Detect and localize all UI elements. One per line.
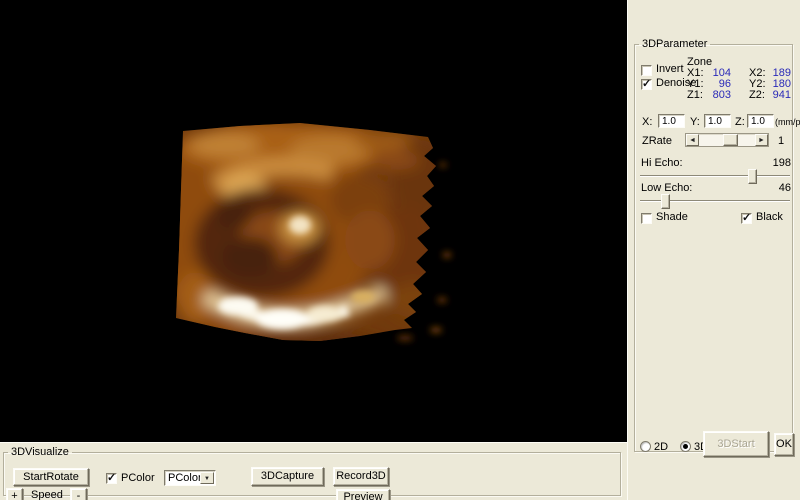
ultrasound-volume-render	[0, 0, 627, 442]
black-label: Black	[756, 211, 783, 223]
zrate-label: ZRate	[642, 135, 672, 147]
denoise-checkbox[interactable]	[641, 79, 652, 90]
visualize-panel: 3DVisualize StartRotate + Speed - PColor…	[0, 442, 627, 500]
group-title-3dparameter: 3DParameter	[639, 38, 710, 50]
pcolor-label: PColor	[121, 472, 155, 484]
dropdown-arrow-icon[interactable]: ▼	[200, 472, 214, 484]
3d-viewport[interactable]	[0, 0, 627, 442]
3dparameter-group: 3DParameter Invert Denoise Zone X1: 104 …	[634, 38, 793, 452]
invert-label: Invert	[656, 63, 684, 75]
pcolor-dropdown-value: PColor	[168, 472, 202, 484]
hi-echo-label: Hi Echo:	[641, 157, 683, 169]
invert-checkbox[interactable]	[641, 65, 652, 76]
speed-label: Speed	[31, 489, 63, 500]
speed-plus-button[interactable]: +	[6, 488, 23, 500]
3dvisualize-group: 3DVisualize StartRotate + Speed - PColor…	[3, 446, 621, 496]
mode-2d-label: 2D	[654, 441, 668, 453]
low-echo-slider-thumb[interactable]	[661, 194, 670, 209]
low-echo-slider[interactable]	[640, 194, 790, 209]
scale-y-input[interactable]	[704, 114, 731, 128]
parameter-panel: 3DParameter Invert Denoise Zone X1: 104 …	[627, 0, 800, 500]
scale-x-label: X:	[642, 116, 652, 128]
low-echo-label: Low Echo:	[641, 182, 692, 194]
mode-3d-radio[interactable]	[680, 441, 691, 452]
3dcapture-button[interactable]: 3DCapture	[251, 467, 324, 486]
preview-button[interactable]: Preview	[336, 489, 390, 500]
zrate-scrollbar[interactable]: ◄ ►	[685, 133, 769, 147]
shade-checkbox[interactable]	[641, 213, 652, 224]
zone-z1-label: Z1:	[687, 89, 703, 101]
zrate-value: 1	[778, 135, 784, 147]
app-window: 3DParameter Invert Denoise Zone X1: 104 …	[0, 0, 800, 500]
start-rotate-button[interactable]: StartRotate	[13, 468, 89, 486]
3dstart-button[interactable]: 3DStart	[703, 431, 769, 457]
hi-echo-value: 198	[755, 157, 791, 169]
black-checkbox[interactable]	[741, 213, 752, 224]
scale-unit-label: (mm/p)	[775, 117, 800, 127]
pcolor-checkbox[interactable]	[106, 473, 117, 484]
shade-label: Shade	[656, 211, 688, 223]
record3d-button[interactable]: Record3D	[333, 467, 389, 486]
zone-z1-value: 803	[705, 89, 731, 101]
zone-z2-value: 941	[763, 89, 791, 101]
zrate-left-arrow-icon[interactable]: ◄	[686, 134, 699, 146]
zrate-right-arrow-icon[interactable]: ►	[755, 134, 768, 146]
low-echo-value: 46	[755, 182, 791, 194]
speed-minus-button[interactable]: -	[70, 488, 87, 500]
hi-echo-slider-track	[640, 175, 790, 177]
mode-2d-radio[interactable]	[640, 441, 651, 452]
zrate-scrollbar-thumb[interactable]	[723, 134, 738, 146]
scale-z-label: Z:	[735, 116, 745, 128]
scale-y-label: Y:	[690, 116, 700, 128]
group-title-3dvisualize: 3DVisualize	[8, 446, 72, 458]
pcolor-dropdown[interactable]: PColor ▼	[164, 470, 216, 486]
ok-button[interactable]: OK	[774, 433, 794, 456]
scale-x-input[interactable]	[658, 114, 685, 128]
scale-z-input[interactable]	[747, 114, 774, 128]
